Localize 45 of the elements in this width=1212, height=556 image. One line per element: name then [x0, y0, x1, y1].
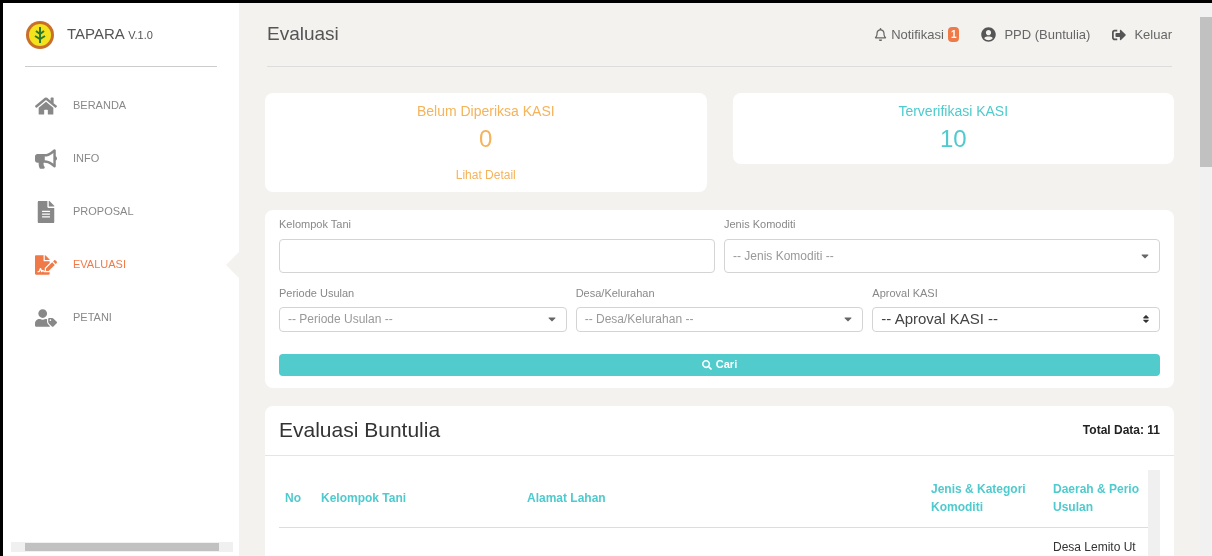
- column-header: Kelompok Tani: [321, 490, 408, 507]
- field-label: Desa/Kelurahan: [575, 285, 656, 301]
- total-count: Total Data: 11: [1082, 422, 1160, 439]
- user-icon: [981, 27, 997, 42]
- field-label: Jenis Komoditi: [724, 217, 797, 232]
- dropdown-field[interactable]: -- Periode Usulan --: [279, 307, 567, 332]
- input-field[interactable]: [279, 238, 715, 273]
- notification-link[interactable]: Notifikasi 1: [874, 24, 960, 45]
- table-scrollbar[interactable]: [1148, 469, 1160, 556]
- horizontal-scrollbar[interactable]: [11, 542, 233, 552]
- document-pen-icon: [35, 253, 57, 276]
- emblem-logo-icon: [25, 19, 55, 50]
- sidebar-item[interactable]: INFO: [3, 132, 239, 185]
- search-button[interactable]: Cari: [279, 353, 1160, 376]
- stat-card: Belum Diperiksa KASI 0 Lihat Detail: [265, 93, 707, 192]
- column-header: Jenis & Kategori Komoditi: [931, 481, 1027, 516]
- column-header: Daerah & Perio Usulan: [1053, 481, 1141, 516]
- table-cell-text: Desa Lemito Ut: [1053, 538, 1137, 556]
- user-link[interactable]: PPD (Buntulia): [981, 24, 1091, 45]
- field-label: Periode Usulan: [279, 285, 356, 301]
- sidebar-item[interactable]: EVALUASI: [3, 238, 239, 291]
- brand-name: TAPARA V.1.0: [67, 24, 153, 45]
- column-header: Alamat Lahan: [527, 490, 607, 507]
- logout-icon: [1112, 27, 1127, 42]
- house-icon: [35, 94, 57, 117]
- notification-count: 1: [947, 27, 960, 42]
- column-header: No: [285, 490, 302, 507]
- search-icon: [701, 359, 712, 370]
- page-title: Evaluasi: [267, 22, 339, 47]
- bell-icon: [874, 28, 888, 41]
- megaphone-icon: [35, 147, 57, 170]
- dropdown-field[interactable]: -- Desa/Kelurahan --: [575, 307, 864, 332]
- field-label: Kelompok Tani: [279, 217, 352, 232]
- logout-link[interactable]: Keluar: [1112, 24, 1172, 45]
- field-label: Aproval KASI: [872, 285, 939, 301]
- sidebar-item[interactable]: PETANI: [3, 291, 239, 344]
- user-tag-icon: [35, 306, 57, 329]
- sidebar-item[interactable]: BERANDA: [3, 79, 239, 132]
- sort-caret-icon: [1141, 314, 1151, 325]
- sidebar-item[interactable]: PROPOSAL: [3, 185, 239, 238]
- select-field[interactable]: -- Aproval KASI --: [872, 307, 1160, 332]
- dropdown-field[interactable]: -- Jenis Komoditi --: [724, 238, 1160, 273]
- table-title: Evaluasi Buntulia: [279, 417, 441, 444]
- stat-card: Terverifikasi KASI 10: [732, 93, 1174, 164]
- document-icon: [35, 200, 57, 223]
